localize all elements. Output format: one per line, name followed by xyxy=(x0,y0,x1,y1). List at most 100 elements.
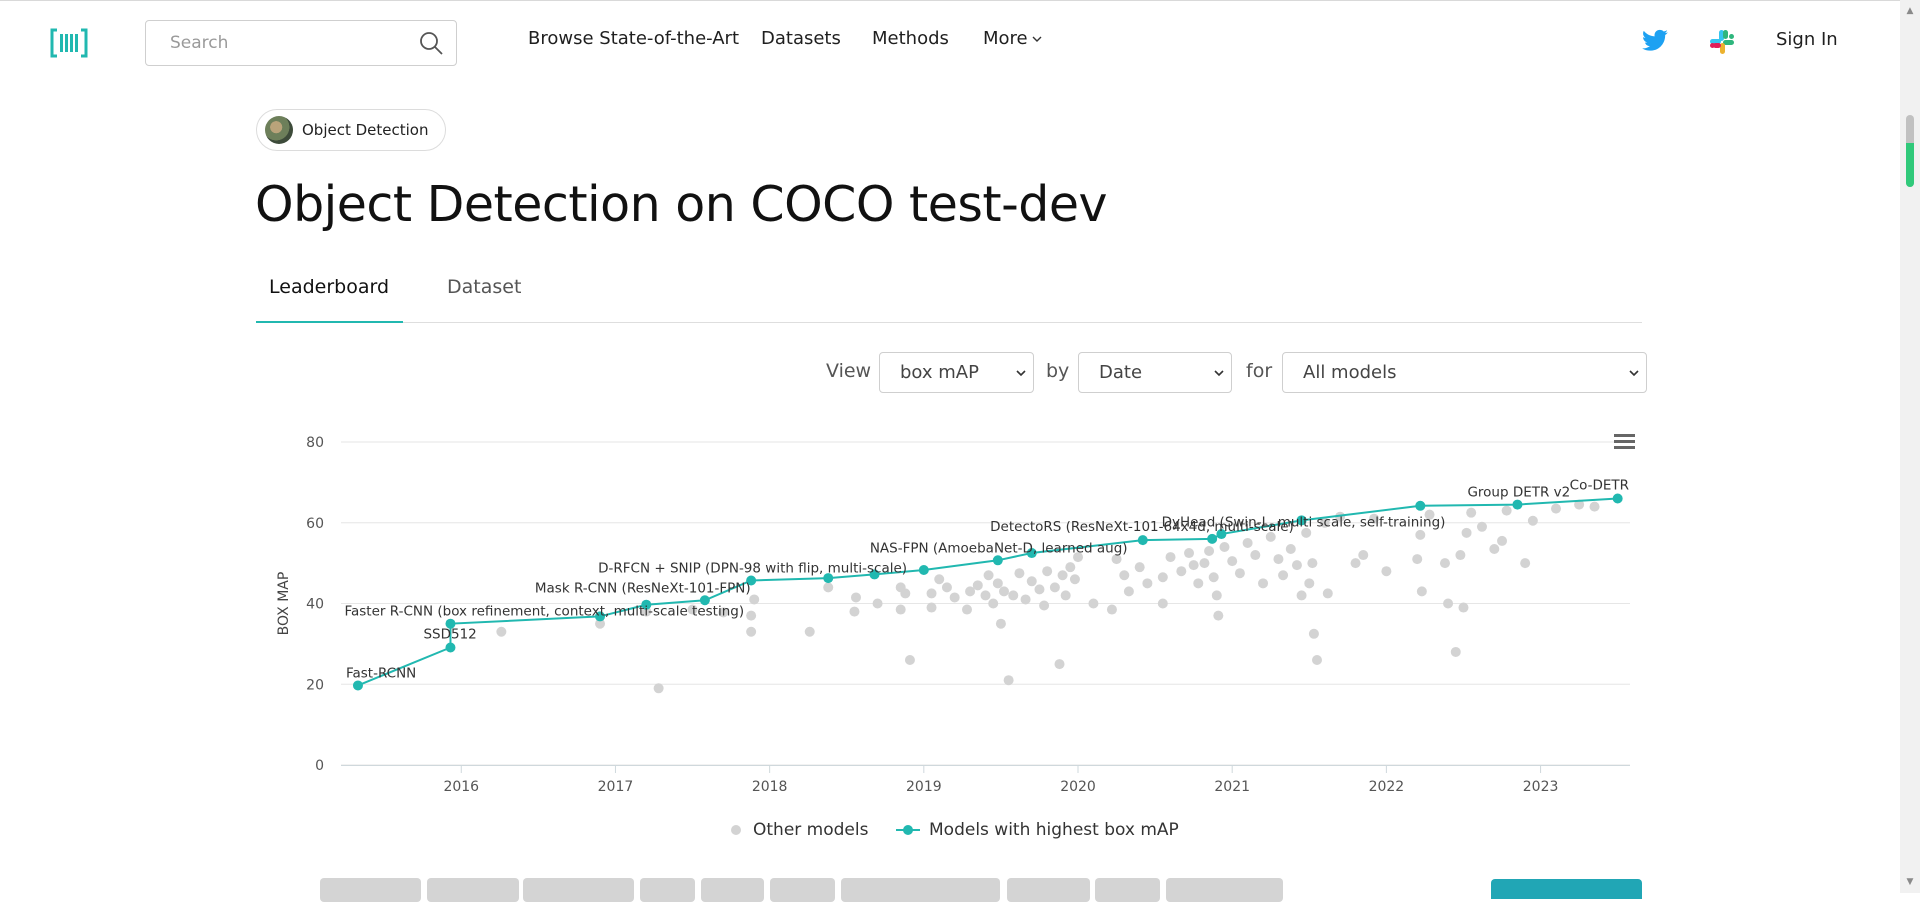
filter-chip[interactable] xyxy=(427,878,519,902)
other-model-point[interactable] xyxy=(1020,594,1031,605)
papers-with-code-logo[interactable] xyxy=(50,28,88,58)
other-model-point[interactable] xyxy=(988,598,999,609)
other-model-point[interactable] xyxy=(1461,527,1472,538)
other-model-point[interactable] xyxy=(983,570,994,581)
other-model-point[interactable] xyxy=(1042,566,1053,577)
other-model-point[interactable] xyxy=(1049,582,1060,593)
sota-point[interactable] xyxy=(1137,535,1148,546)
other-model-point[interactable] xyxy=(746,610,757,621)
other-model-point[interactable] xyxy=(934,574,945,585)
other-model-point[interactable] xyxy=(1213,610,1224,621)
other-model-point[interactable] xyxy=(1285,543,1296,554)
other-model-point[interactable] xyxy=(949,592,960,603)
sota-point[interactable] xyxy=(352,680,363,691)
filter-chip[interactable] xyxy=(1166,878,1283,902)
other-model-point[interactable] xyxy=(749,594,760,605)
metric-select[interactable]: box mAP xyxy=(879,352,1034,393)
other-model-point[interactable] xyxy=(849,606,860,617)
legend-other-models[interactable]: Other models xyxy=(753,820,869,840)
other-model-point[interactable] xyxy=(972,580,983,591)
search-icon[interactable] xyxy=(418,30,444,56)
other-model-point[interactable] xyxy=(1123,586,1134,597)
other-model-point[interactable] xyxy=(900,588,911,599)
other-model-point[interactable] xyxy=(1312,655,1323,666)
other-model-point[interactable] xyxy=(1199,558,1210,569)
other-model-point[interactable] xyxy=(904,655,915,666)
other-model-point[interactable] xyxy=(1415,529,1426,540)
scrollbar-thumb[interactable] xyxy=(1906,115,1914,187)
other-model-point[interactable] xyxy=(961,604,972,615)
other-model-point[interactable] xyxy=(1443,598,1454,609)
other-model-point[interactable] xyxy=(995,618,1006,629)
legend-sota-models[interactable]: Models with highest box mAP xyxy=(929,820,1179,840)
other-model-point[interactable] xyxy=(1026,576,1037,587)
other-model-point[interactable] xyxy=(1589,501,1600,512)
other-model-point[interactable] xyxy=(1184,548,1195,559)
scroll-up-arrow-icon[interactable]: ▲ xyxy=(1905,6,1915,16)
other-model-point[interactable] xyxy=(1527,515,1538,526)
other-model-point[interactable] xyxy=(1308,628,1319,639)
twitter-icon[interactable] xyxy=(1641,27,1669,55)
filter-chip[interactable] xyxy=(770,878,835,902)
other-model-point[interactable] xyxy=(1176,566,1187,577)
search-input[interactable] xyxy=(170,31,400,55)
filter-chip[interactable] xyxy=(1007,878,1090,902)
other-model-point[interactable] xyxy=(1065,562,1076,573)
other-model-point[interactable] xyxy=(872,598,883,609)
filter-chip[interactable] xyxy=(841,878,1000,902)
other-model-point[interactable] xyxy=(1088,598,1099,609)
other-model-point[interactable] xyxy=(1476,521,1487,532)
other-model-point[interactable] xyxy=(1188,560,1199,571)
other-model-point[interactable] xyxy=(1014,568,1025,579)
other-model-point[interactable] xyxy=(1439,558,1450,569)
other-model-point[interactable] xyxy=(1455,550,1466,561)
sota-point[interactable] xyxy=(1612,493,1623,504)
sota-point[interactable] xyxy=(1415,500,1426,511)
other-model-point[interactable] xyxy=(1497,535,1508,546)
other-model-point[interactable] xyxy=(1450,646,1461,657)
sign-in-link[interactable]: Sign In xyxy=(1776,29,1838,50)
other-model-point[interactable] xyxy=(1242,537,1253,548)
filter-chip[interactable] xyxy=(523,878,634,902)
other-model-point[interactable] xyxy=(1358,550,1369,561)
other-model-point[interactable] xyxy=(1003,675,1014,686)
other-model-point[interactable] xyxy=(1157,598,1168,609)
nav-datasets[interactable]: Datasets xyxy=(761,28,841,49)
add-result-button[interactable] xyxy=(1491,879,1642,899)
other-model-point[interactable] xyxy=(1501,505,1512,516)
other-model-point[interactable] xyxy=(1258,578,1269,589)
other-model-point[interactable] xyxy=(1466,507,1477,518)
task-breadcrumb[interactable]: Object Detection xyxy=(256,109,446,151)
other-model-point[interactable] xyxy=(1142,578,1153,589)
other-model-point[interactable] xyxy=(1219,541,1230,552)
tab-leaderboard[interactable]: Leaderboard xyxy=(269,276,389,298)
other-model-point[interactable] xyxy=(895,604,906,615)
other-model-point[interactable] xyxy=(1291,560,1302,571)
other-model-point[interactable] xyxy=(1322,588,1333,599)
other-model-point[interactable] xyxy=(926,588,937,599)
filter-chip[interactable] xyxy=(1095,878,1160,902)
sota-point[interactable] xyxy=(445,642,456,653)
other-model-point[interactable] xyxy=(1119,570,1130,581)
other-model-point[interactable] xyxy=(746,626,757,637)
nav-more-dropdown[interactable]: More xyxy=(983,28,1043,49)
other-model-point[interactable] xyxy=(1296,590,1307,601)
filter-chip[interactable] xyxy=(640,878,695,902)
nav-methods[interactable]: Methods xyxy=(872,28,949,49)
other-model-point[interactable] xyxy=(980,590,991,601)
other-model-point[interactable] xyxy=(1412,554,1423,565)
other-model-point[interactable] xyxy=(1304,578,1315,589)
other-model-point[interactable] xyxy=(1034,584,1045,595)
slack-icon[interactable] xyxy=(1709,29,1735,55)
other-model-point[interactable] xyxy=(941,582,952,593)
other-model-point[interactable] xyxy=(1208,572,1219,583)
filter-chip[interactable] xyxy=(320,878,421,902)
other-model-point[interactable] xyxy=(1381,566,1392,577)
sota-point[interactable] xyxy=(918,564,929,575)
other-model-point[interactable] xyxy=(999,586,1010,597)
sota-chart[interactable]: 0 20 40 60 80 2016 2017 2018 2019 2020 2021 2022 202… xyxy=(256,410,1656,855)
other-model-point[interactable] xyxy=(1250,550,1261,561)
other-model-point[interactable] xyxy=(1057,570,1068,581)
other-model-point[interactable] xyxy=(1273,554,1284,565)
sota-point[interactable] xyxy=(1512,499,1523,510)
